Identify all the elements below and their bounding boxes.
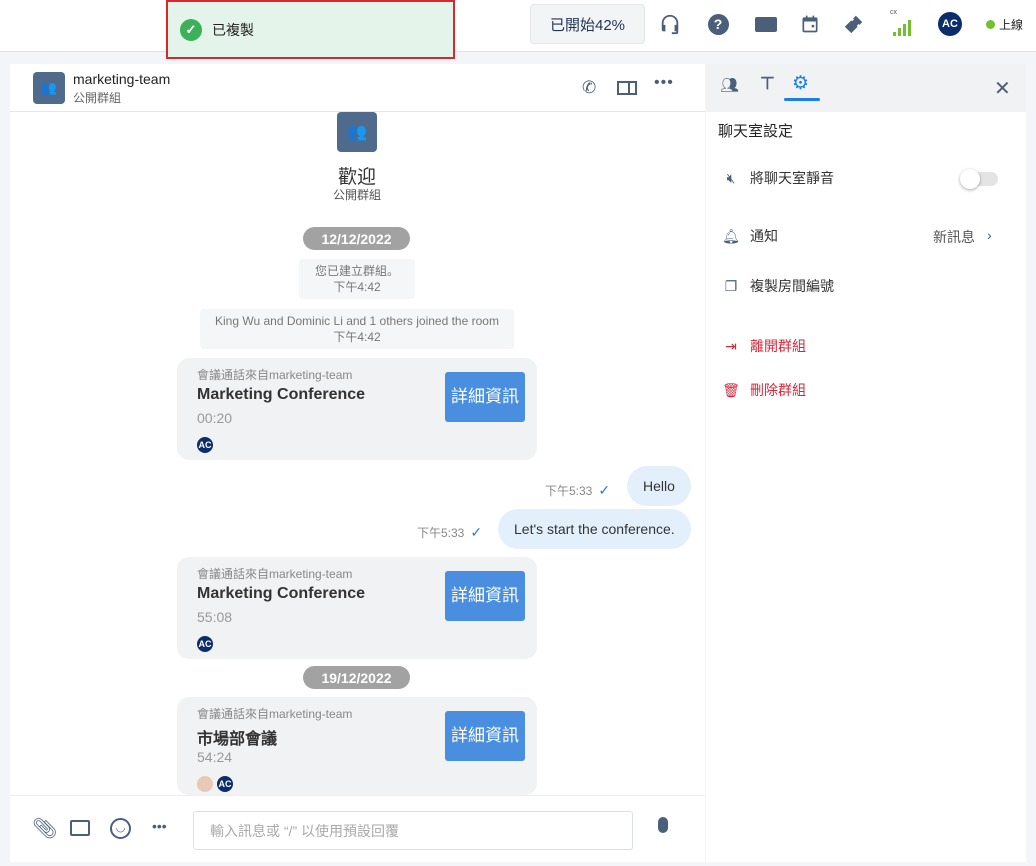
exit-icon: ⇥ — [725, 337, 737, 354]
call-duration: 00:20 — [197, 410, 233, 426]
notification-value[interactable]: 新訊息 › — [933, 227, 992, 247]
more-icon[interactable]: ••• — [152, 818, 167, 834]
call-title: Marketing Conference — [197, 386, 366, 403]
room-name: marketing-team — [73, 71, 171, 87]
chat-header: 👥 marketing-team 公開群組 ✆ ••• — [10, 64, 705, 112]
microphone-icon[interactable] — [658, 817, 668, 833]
canned-reply-icon[interactable] — [70, 820, 90, 836]
system-message: King Wu and Dominic Li and 1 others join… — [200, 309, 514, 349]
more-options-icon[interactable]: ••• — [654, 74, 674, 92]
top-bar: 已開始42% ? cx AC 上線 — [0, 0, 1036, 52]
trash-icon: 🗑︎ — [722, 381, 740, 398]
call-duration: 55:08 — [197, 609, 233, 625]
mute-label: 將聊天室靜音 — [750, 170, 834, 186]
status-label: 上線 — [999, 18, 1024, 32]
message-meta: 下午5:33 ✓ — [545, 482, 611, 498]
attach-icon[interactable]: 📎︎ — [32, 816, 57, 841]
signal-label: cx — [890, 9, 897, 16]
call-source: 會議通話來自marketing-team — [197, 368, 353, 382]
tab-settings-gear-icon[interactable]: ⚙ — [792, 72, 809, 95]
system-message: 您已建立群組。 下午4:42 — [299, 259, 415, 299]
participant-avatar: AC — [197, 437, 213, 453]
signal-strength-icon — [893, 20, 911, 36]
notification-label: 通知 — [750, 228, 778, 244]
date-separator: 12/12/2022 — [303, 227, 410, 250]
copy-room-id-row[interactable]: ❐ 複製房間編號 — [722, 276, 834, 296]
outgoing-message: Hello — [627, 466, 691, 506]
call-card: 會議通話來自marketing-team 市場部會議 54:24 詳細資訊 AC — [177, 697, 537, 795]
check-icon: ✓ — [598, 482, 611, 498]
headset-icon[interactable] — [658, 12, 682, 36]
check-icon: ✓ — [470, 524, 483, 540]
group-icon: 👥 — [33, 72, 65, 104]
tab-pin-icon[interactable]: ⊤ — [760, 74, 775, 94]
leave-group-row[interactable]: ⇥ 離開群組 — [722, 336, 806, 356]
help-icon[interactable]: ? — [706, 12, 730, 36]
participant-avatar: AC — [217, 776, 233, 792]
details-button[interactable]: 詳細資訊 — [445, 711, 525, 761]
welcome-group-icon: 👥 — [337, 112, 377, 152]
outgoing-message: Let's start the conference. — [498, 509, 691, 549]
call-source: 會議通話來自marketing-team — [197, 567, 353, 581]
toast-message: 已複製 — [212, 21, 254, 38]
calendar-icon[interactable] — [798, 12, 822, 36]
emoji-icon[interactable]: ◡ — [110, 818, 131, 839]
notification-row[interactable]: 🔔︎ 通知 — [722, 226, 778, 246]
call-title: Marketing Conference — [197, 585, 366, 602]
chat-panel: 👥 marketing-team 公開群組 ✆ ••• 👥 歡迎 公開群組 12… — [10, 64, 705, 862]
keyboard-icon[interactable] — [754, 12, 778, 36]
participant-photo-avatar — [197, 776, 213, 792]
mute-row: 🔇︎ 將聊天室靜音 — [722, 168, 834, 188]
composer: 📎︎ ◡ ••• 輸入訊息或 “/” 以使用預設回覆 — [10, 795, 705, 862]
room-type: 公開群組 — [73, 91, 122, 105]
mute-toggle[interactable] — [960, 169, 998, 189]
call-duration: 54:24 — [197, 749, 233, 765]
copy-icon: ❐ — [724, 277, 738, 294]
call-source: 會議通話來自marketing-team — [197, 707, 353, 721]
split-view-icon[interactable] — [617, 81, 637, 95]
call-card: 會議通話來自marketing-team Marketing Conferenc… — [177, 557, 537, 659]
call-card: 會議通話來自marketing-team Marketing Conferenc… — [177, 358, 537, 460]
status-dot-icon — [986, 20, 995, 29]
welcome-subtitle: 公開群組 — [332, 188, 381, 202]
message-input[interactable]: 輸入訊息或 “/” 以使用預設回覆 — [193, 811, 633, 850]
details-button[interactable]: 詳細資訊 — [445, 372, 525, 422]
settings-title: 聊天室設定 — [718, 123, 794, 140]
status-indicator[interactable]: 上線 — [986, 16, 1023, 33]
check-circle-icon: ✓ — [180, 18, 202, 41]
user-avatar[interactable]: AC — [938, 12, 962, 36]
message-meta: 下午5:33 ✓ — [417, 524, 483, 540]
settings-panel: 👥︎ ⊤ ⚙ ✕ 聊天室設定 🔇︎ 將聊天室靜音 🔔︎ 通知 新訊息 › ❐ 複製房間編… — [706, 64, 1026, 862]
details-button[interactable]: 詳細資訊 — [445, 571, 525, 621]
call-title: 市場部會議 — [197, 731, 278, 748]
close-icon[interactable]: ✕ — [994, 76, 1011, 101]
welcome-title: 歡迎 — [337, 167, 376, 188]
started-progress-button[interactable]: 已開始42% — [530, 4, 645, 44]
chevron-right-icon: › — [987, 227, 992, 243]
muted-speaker-icon: 🔇︎ — [726, 169, 736, 186]
delete-group-row[interactable]: 🗑︎ 刪除群組 — [722, 380, 806, 400]
date-separator: 19/12/2022 — [303, 666, 410, 689]
bell-icon: 🔔︎ — [722, 227, 740, 244]
participant-avatar: AC — [197, 636, 213, 652]
active-tab-indicator — [784, 98, 820, 101]
settings-tabs: 👥︎ ⊤ ⚙ ✕ — [706, 64, 1026, 112]
toast-notification: ✓ 已複製 — [166, 0, 455, 59]
phone-icon[interactable]: ✆ — [582, 78, 596, 98]
tab-members-icon[interactable]: 👥︎ — [720, 76, 739, 94]
ticket-icon[interactable] — [842, 12, 866, 36]
